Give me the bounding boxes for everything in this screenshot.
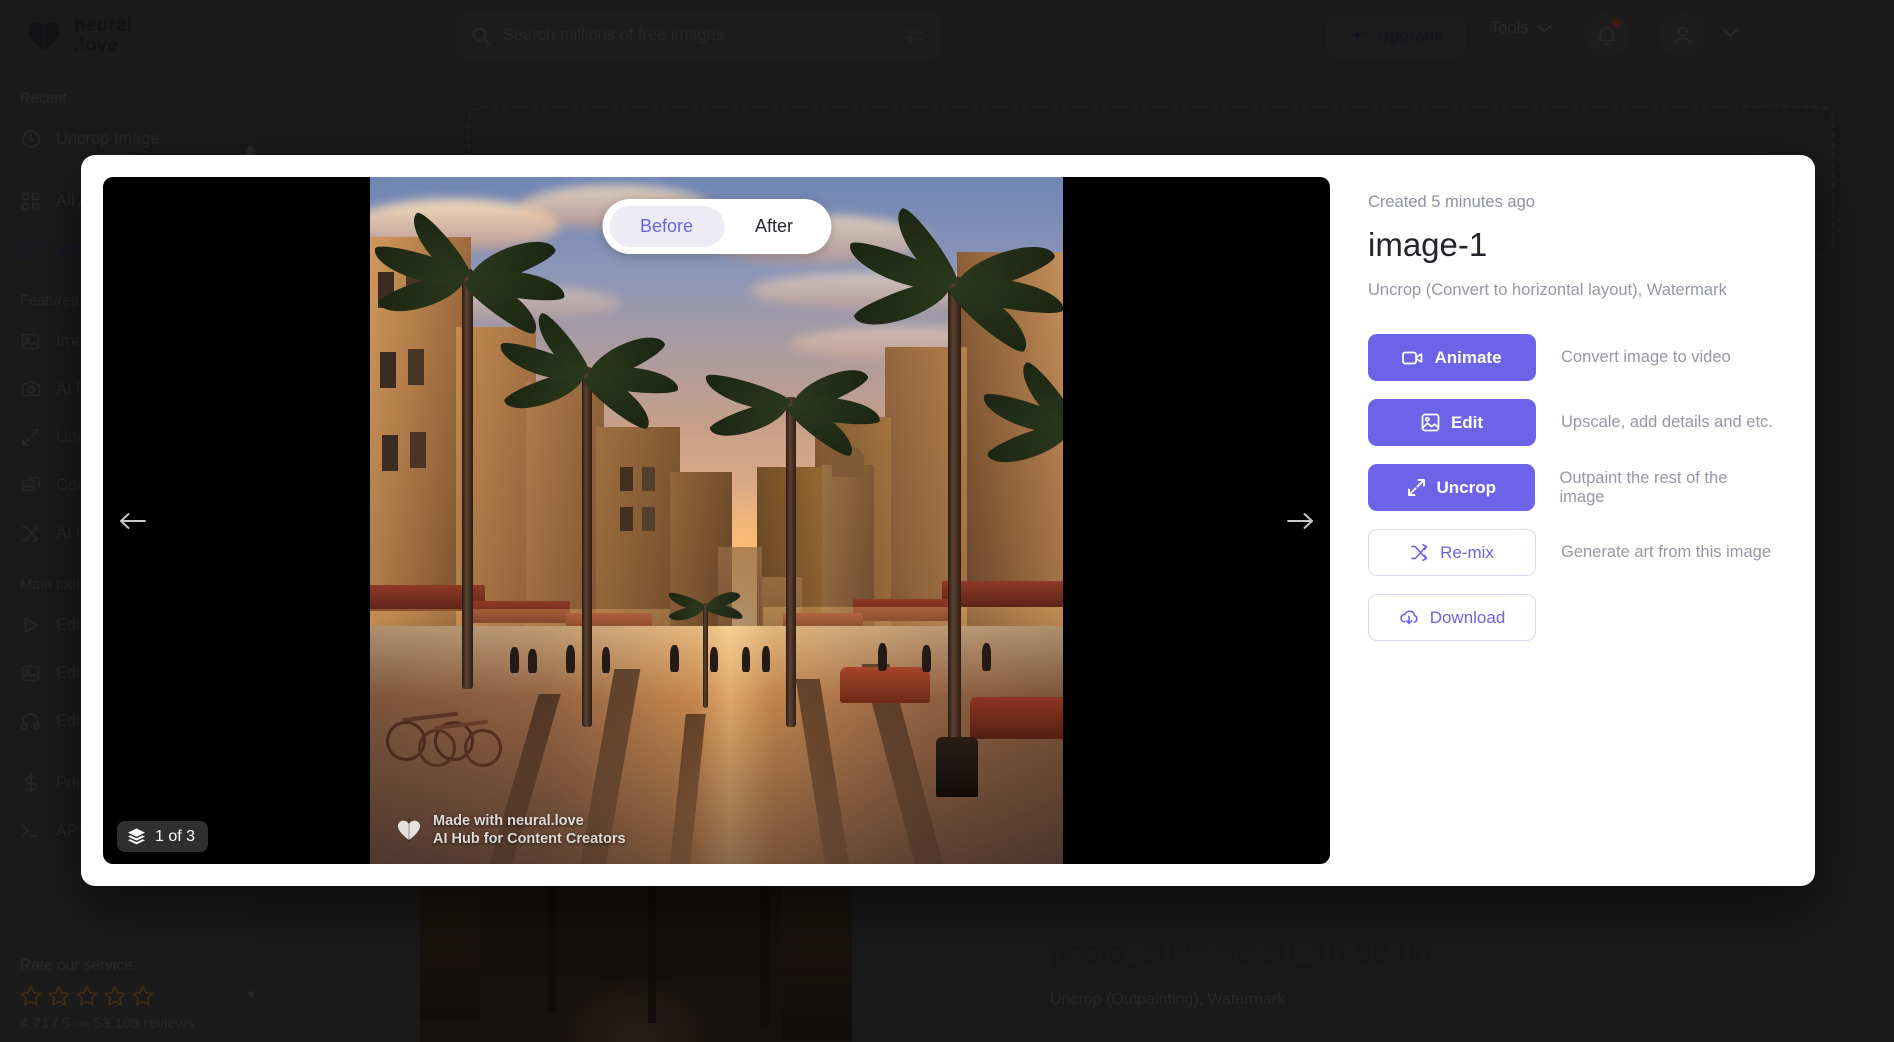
created-timestamp: Created 5 minutes ago [1368, 193, 1535, 211]
uncrop-button[interactable]: Uncrop [1368, 464, 1535, 511]
preview-artwork: Made with neural.love AI Hub for Content… [370, 177, 1063, 864]
action-row-animate: Animate Convert image to video [1368, 334, 1775, 381]
next-image-button[interactable] [1278, 499, 1322, 543]
action-row-download: Download [1368, 594, 1775, 641]
action-row-edit: Edit Upscale, add details and etc. [1368, 399, 1775, 446]
remix-button[interactable]: Re-mix [1368, 529, 1536, 576]
watermark-line-2: AI Hub for Content Creators [433, 830, 626, 847]
action-row-uncrop: Uncrop Outpaint the rest of the image [1368, 464, 1775, 511]
watermark: Made with neural.love AI Hub for Content… [396, 812, 626, 848]
image-title: image-1 [1368, 226, 1488, 263]
layers-icon [127, 827, 146, 846]
uncrop-description: Outpaint the rest of the image [1559, 468, 1728, 506]
watermark-heart-icon [396, 817, 422, 843]
watermark-text: Made with neural.love AI Hub for Content… [433, 812, 626, 848]
image-preview-modal: Made with neural.love AI Hub for Content… [81, 155, 1815, 886]
image-count-badge: 1 of 3 [117, 821, 209, 852]
remix-label: Re-mix [1440, 542, 1494, 562]
watermark-line-1: Made with neural.love [433, 812, 584, 829]
animate-description: Convert image to video [1561, 348, 1731, 366]
toggle-option-before[interactable]: Before [608, 206, 725, 247]
image-details-panel: Created 5 minutes ago image-1 Uncrop (Co… [1330, 155, 1815, 886]
download-button[interactable]: Download [1368, 594, 1536, 641]
shuffle-icon [1410, 543, 1429, 562]
edit-description: Upscale, add details and etc. [1561, 413, 1773, 431]
image-subtitle: Uncrop (Convert to horizontal layout), W… [1368, 281, 1727, 299]
image-viewer[interactable]: Made with neural.love AI Hub for Content… [103, 177, 1330, 864]
app-root: neural .love Search millions of free ima… [0, 0, 1894, 1042]
animate-button[interactable]: Animate [1368, 334, 1536, 381]
image-count-label: 1 of 3 [155, 827, 196, 845]
previous-image-button[interactable] [111, 499, 155, 543]
animate-label: Animate [1434, 347, 1502, 367]
edit-button[interactable]: Edit [1368, 399, 1536, 446]
uncrop-label: Uncrop [1436, 477, 1497, 497]
remix-description: Generate art from this image [1561, 543, 1772, 561]
expand-icon [1407, 478, 1426, 497]
before-after-toggle[interactable]: Before After [601, 199, 832, 254]
download-label: Download [1429, 607, 1506, 627]
action-row-remix: Re-mix Generate art from this image [1368, 529, 1775, 576]
cloud-download-icon [1399, 609, 1419, 627]
image-icon [1421, 413, 1440, 432]
video-icon [1402, 350, 1423, 366]
toggle-option-after[interactable]: After [724, 206, 824, 247]
edit-label: Edit [1450, 412, 1484, 432]
